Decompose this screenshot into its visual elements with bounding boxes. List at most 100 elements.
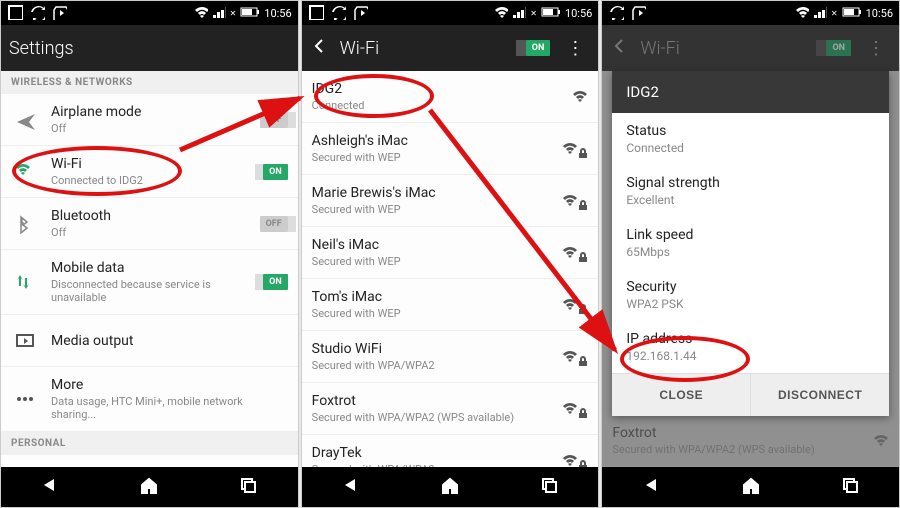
dialog-row: Link speed65Mbps xyxy=(612,217,889,269)
row-key: Signal strength xyxy=(626,175,875,191)
item-personalize[interactable]: Personalize xyxy=(1,455,298,467)
wifi-icon xyxy=(494,5,508,22)
screenshot-icon xyxy=(7,4,23,23)
no-signal-icon: ✕ xyxy=(530,9,537,18)
nav-back-icon[interactable] xyxy=(642,475,662,499)
row-value: 192.168.1.44 xyxy=(626,349,875,363)
signal-icon xyxy=(562,400,588,418)
nav-back-icon[interactable] xyxy=(40,475,60,499)
overflow-menu-icon[interactable]: ⋮ xyxy=(560,38,590,59)
header: Settings xyxy=(1,25,298,71)
row-value: Excellent xyxy=(626,193,875,207)
back-icon xyxy=(610,36,630,61)
network-name: DrayTek xyxy=(312,445,551,461)
item-more[interactable]: More Data usage, HTC Mini+, mobile netwo… xyxy=(1,367,298,432)
disconnect-button[interactable]: DISCONNECT xyxy=(750,374,889,416)
nav-back-icon[interactable] xyxy=(341,475,361,499)
wifi-master-toggle[interactable]: ON xyxy=(526,40,551,56)
overflow-menu-icon: ⋮ xyxy=(861,38,891,59)
status-bar: ✕ 10:56 xyxy=(602,1,899,25)
nav-bar xyxy=(1,467,298,507)
play-store-icon xyxy=(352,4,368,23)
network-sub: Secured with WPA/WPA2 xyxy=(312,359,551,372)
item-title: Mobile data xyxy=(51,260,251,276)
item-title: Bluetooth xyxy=(51,208,248,224)
back-icon[interactable] xyxy=(310,36,330,61)
network-name: Ashleigh's iMac xyxy=(312,133,551,149)
network-sub: Connected xyxy=(312,99,561,112)
item-airplane-mode[interactable]: Airplane mode Off OFF xyxy=(1,94,298,146)
wifi-network-row[interactable]: Studio WiFi Secured with WPA/WPA2 xyxy=(302,331,599,383)
wifi-network-row[interactable]: Neil's iMacSecured with WEP xyxy=(302,227,599,279)
no-signal-icon: ✕ xyxy=(831,9,838,18)
battery-icon xyxy=(240,5,260,22)
row-key: IP address xyxy=(626,331,875,347)
nav-home-icon[interactable] xyxy=(741,475,761,499)
status-bar: ✕ 10:56 xyxy=(302,1,599,25)
wifi-network-row[interactable]: FoxtrotSecured with WPA/WPA2 (WPS availa… xyxy=(302,383,599,435)
airplane-icon xyxy=(11,110,39,130)
nav-recent-icon[interactable] xyxy=(238,475,258,499)
dialog-overlay: IDG2 StatusConnectedSignal strengthExcel… xyxy=(602,71,899,467)
no-signal-icon: ✕ xyxy=(230,9,237,18)
signal-icon xyxy=(562,348,588,366)
network-name: Neil's iMac xyxy=(312,237,551,253)
settings-list[interactable]: WIRELESS & NETWORKS Airplane mode Off OF… xyxy=(1,71,298,467)
wifi-network-row[interactable]: Ashleigh's iMacSecured with WEP xyxy=(302,123,599,175)
row-key: Status xyxy=(626,123,875,139)
item-title: Airplane mode xyxy=(51,104,248,120)
item-sub: Data usage, HTC Mini+, mobile network sh… xyxy=(51,395,288,421)
signal-icon xyxy=(572,89,588,105)
signal-icon xyxy=(512,5,526,22)
wifi-icon xyxy=(194,5,208,22)
network-sub: Secured with WEP xyxy=(312,307,551,320)
status-time: 10:56 xyxy=(565,7,592,20)
item-media-output[interactable]: Media output xyxy=(1,315,298,367)
battery-icon xyxy=(842,5,862,22)
mobile-data-icon xyxy=(11,272,39,292)
signal-icon xyxy=(562,192,588,210)
wifi-network-list[interactable]: IDG2ConnectedAshleigh's iMacSecured with… xyxy=(302,71,599,467)
network-name: Tom's iMac xyxy=(312,289,551,305)
bluetooth-icon xyxy=(11,214,39,234)
nav-recent-icon[interactable] xyxy=(539,475,559,499)
panel-settings: ✕ 10:56 Settings WIRELESS & NETWORKS Air… xyxy=(0,0,299,508)
dialog-row: StatusConnected xyxy=(612,113,889,165)
wifi-network-row[interactable]: IDG2Connected xyxy=(302,71,599,123)
row-key: Link speed xyxy=(626,227,875,243)
row-value: WPA2 PSK xyxy=(626,297,875,311)
toggle[interactable]: OFF xyxy=(260,216,288,232)
nav-home-icon[interactable] xyxy=(440,475,460,499)
status-time: 10:56 xyxy=(866,7,893,20)
item-wifi[interactable]: Wi-Fi Connected to IDG2 ON xyxy=(1,146,298,198)
toggle[interactable]: OFF xyxy=(260,112,288,128)
wifi-network-row[interactable]: Marie Brewis's iMacSecured with WEP xyxy=(302,175,599,227)
page-title: Wi-Fi xyxy=(340,38,380,59)
wifi-icon xyxy=(11,162,39,182)
dialog-row: SecurityWPA2 PSK xyxy=(612,269,889,321)
toggle[interactable]: ON xyxy=(263,164,288,180)
item-sub: Connected to IDG2 xyxy=(51,174,251,187)
signal-icon xyxy=(562,296,588,314)
item-sub: Off xyxy=(51,122,248,135)
item-mobile-data[interactable]: Mobile data Disconnected because service… xyxy=(1,250,298,315)
nav-recent-icon[interactable] xyxy=(840,475,860,499)
status-bar: ✕ 10:56 xyxy=(1,1,298,25)
signal-icon xyxy=(813,5,827,22)
network-name: Foxtrot xyxy=(312,393,551,409)
header: Wi-Fi ON ⋮ xyxy=(302,25,599,71)
item-bluetooth[interactable]: Bluetooth Off OFF xyxy=(1,198,298,250)
toggle[interactable]: ON xyxy=(263,274,288,290)
close-button[interactable]: CLOSE xyxy=(612,374,750,416)
wifi-details-dialog: IDG2 StatusConnectedSignal strengthExcel… xyxy=(612,71,889,416)
section-wireless: WIRELESS & NETWORKS xyxy=(1,71,298,94)
network-name: Studio WiFi xyxy=(312,341,551,357)
dialog-row: Signal strength Excellent xyxy=(612,165,889,217)
screenshot-icon xyxy=(308,4,324,23)
play-store-icon xyxy=(51,4,67,23)
wifi-network-row[interactable]: DrayTekSecured with WPA/WPA2 xyxy=(302,435,599,467)
dialog-row: IP address 192.168.1.44 xyxy=(612,321,889,373)
nav-home-icon[interactable] xyxy=(139,475,159,499)
item-sub: Disconnected because service is unavaila… xyxy=(51,278,251,304)
wifi-network-row[interactable]: Tom's iMac Secured with WEP xyxy=(302,279,599,331)
